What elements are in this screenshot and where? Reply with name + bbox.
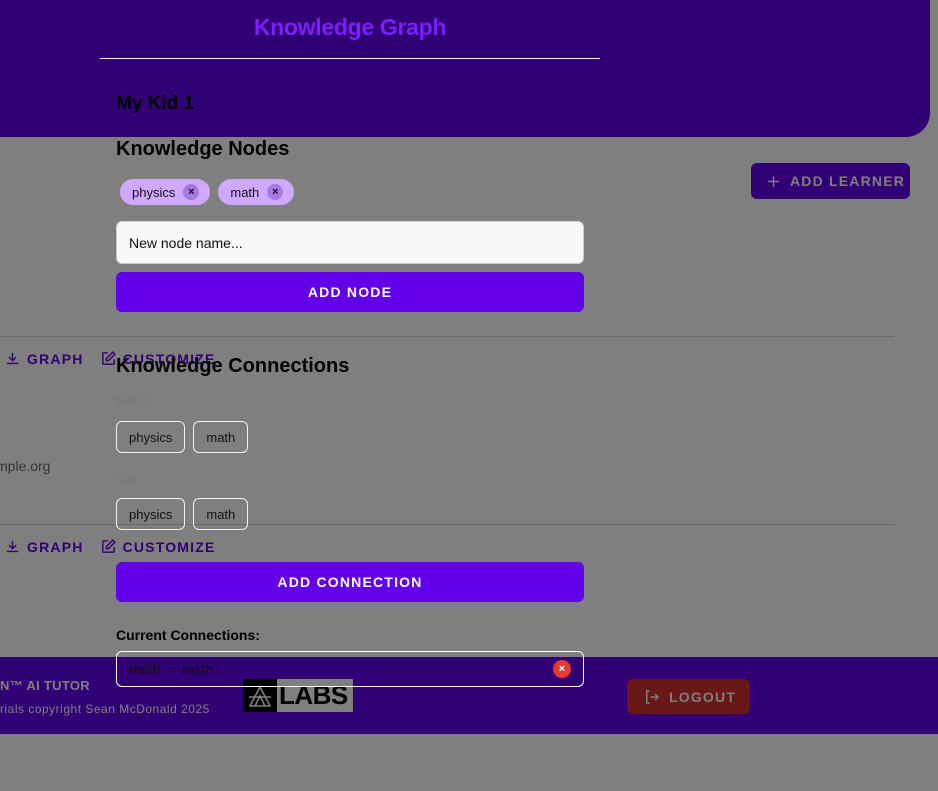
node-chip-label: math: [230, 184, 260, 200]
to-option[interactable]: math: [193, 498, 249, 530]
connection-item: math → math ×: [116, 651, 584, 687]
close-icon[interactable]: ×: [183, 184, 200, 200]
close-circle-icon[interactable]: ×: [553, 660, 571, 678]
knowledge-graph-dialog: Knowledge Graph My Kid 1 Knowledge Nodes…: [0, 0, 938, 791]
node-chip-list: physics × math ×: [120, 179, 295, 205]
knowledge-nodes-heading: Knowledge Nodes: [116, 138, 290, 160]
add-connection-button[interactable]: ADD CONNECTION: [116, 562, 584, 602]
add-node-button[interactable]: ADD NODE: [116, 272, 584, 312]
to-option[interactable]: physics: [116, 498, 186, 530]
knowledge-connections-heading: Knowledge Connections: [116, 355, 350, 377]
dialog-title: Knowledge Graph: [253, 14, 447, 40]
to-label: To:: [116, 470, 135, 486]
node-chip-label: physics: [132, 184, 176, 200]
connection-text: math → math: [129, 661, 214, 677]
from-option[interactable]: physics: [116, 421, 186, 453]
learner-name: My Kid 1: [116, 93, 195, 114]
node-chip: physics ×: [120, 179, 211, 205]
from-label: From:: [116, 393, 153, 409]
current-connections-label: Current Connections:: [116, 627, 260, 643]
to-options: physics math: [116, 498, 249, 530]
dialog-title-divider: [100, 58, 600, 59]
node-chip: math ×: [218, 179, 295, 205]
close-icon[interactable]: ×: [267, 184, 284, 200]
from-options: physics math: [116, 421, 249, 453]
from-option[interactable]: math: [193, 421, 249, 453]
new-node-input[interactable]: [116, 221, 584, 264]
